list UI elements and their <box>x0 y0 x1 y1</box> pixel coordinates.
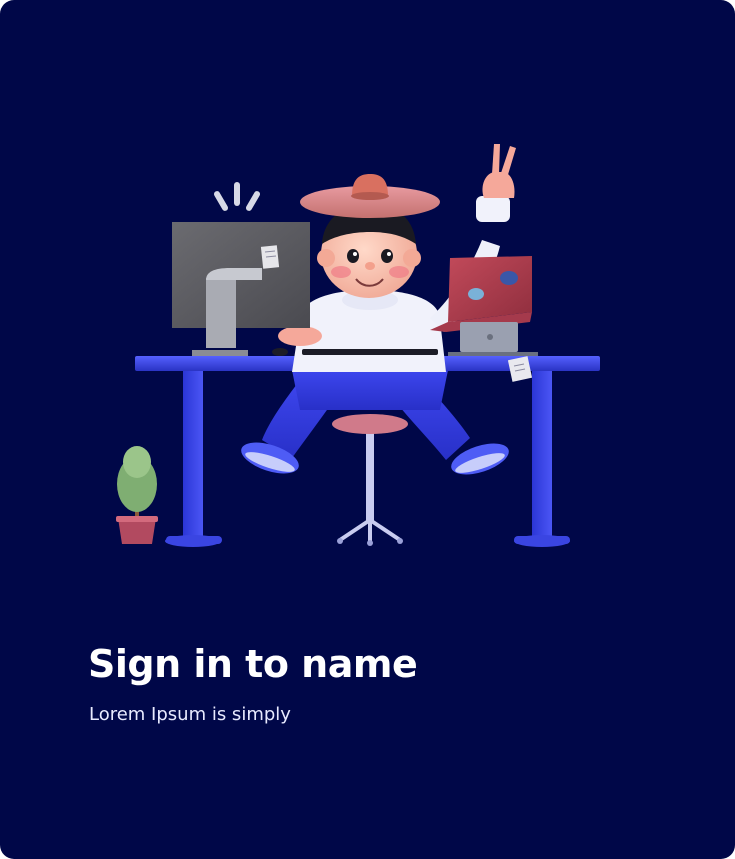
hat-icon <box>300 174 440 218</box>
signin-panel: Sign in to name Lorem Ipsum is simply <box>0 0 735 859</box>
character-head <box>317 204 421 298</box>
chair-icon <box>332 414 408 546</box>
page-subtitle: Lorem Ipsum is simply <box>89 704 291 725</box>
keyboard-icon <box>302 349 438 355</box>
mouse-icon <box>272 348 288 356</box>
hero-illustration <box>0 0 735 600</box>
page-title: Sign in to name <box>88 642 418 686</box>
alert-lines-icon <box>214 182 260 211</box>
plant-icon <box>116 446 158 544</box>
